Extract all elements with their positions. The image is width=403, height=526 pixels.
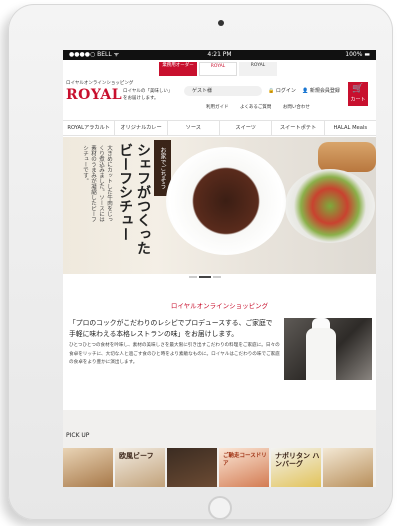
cart-label: カート — [350, 97, 366, 103]
home-button[interactable] — [208, 496, 232, 520]
guide-link[interactable]: 利用ガイド — [206, 105, 229, 110]
register-link[interactable]: 👤 新規会員登録 — [302, 86, 340, 96]
pickup-card-3[interactable] — [167, 448, 217, 487]
banner-ad-royal-2[interactable]: ROYAL — [239, 62, 277, 76]
nav-original-curry[interactable]: オリジナルカレー — [115, 121, 168, 135]
battery-indicator: 100% ▬ — [345, 51, 370, 58]
royal-logo[interactable]: ROYAL — [66, 87, 122, 103]
intro-body: ひとつひとつの食材を吟味し、素材の美味しさを最大限に引き出すこだわりの料理をご家… — [69, 343, 280, 365]
chef-photo — [284, 318, 372, 380]
beef-stew-image — [166, 147, 286, 255]
camera-icon — [218, 20, 224, 26]
status-bar: ●●●●○ BELL ᯤ 4:21 PM 100% ▬ — [63, 50, 376, 60]
pager-dot-1[interactable] — [189, 276, 197, 278]
pickup-card-4[interactable]: ご馳走コースドリア — [219, 448, 269, 487]
logo-copy: ロイヤルの「美味しい」をお届けします。 — [123, 89, 173, 101]
pickup-card-2[interactable]: 欧風ビーフ — [115, 448, 165, 487]
hero-pager — [63, 274, 376, 282]
nav-sauce[interactable]: ソース — [168, 121, 220, 135]
hero-title: シェフがつくったビーフシチュー — [117, 143, 151, 255]
faq-link[interactable]: よくあるご質問 — [240, 105, 272, 110]
tablet-frame: ●●●●○ BELL ᯤ 4:21 PM 100% ▬ 業務用オーダー ROYA… — [8, 4, 393, 520]
bread-image — [318, 142, 376, 172]
pickup-card-6[interactable] — [323, 448, 373, 487]
banner-ad-royal[interactable]: ROYAL — [199, 62, 237, 76]
banner-ad-business[interactable]: 業務用オーダー — [159, 62, 197, 76]
site-header: ロイヤルオンラインショッピング ROYAL ロイヤルの「美味しい」をお届けします… — [63, 78, 376, 118]
section-title: ロイヤルオンラインショッピング — [170, 302, 269, 310]
category-nav: ROYALアラカルト オリジナルカレー ソース スイーツ スイートポテト HAL… — [63, 120, 376, 136]
hero-banner[interactable]: 大きめにカットした牛肉をじっくり煮込みました。ソースには素材のうまみが凝縮したビ… — [63, 137, 376, 274]
hero-copy: 大きめにカットした牛肉をじっくり煮込みました。ソースには素材のうまみが凝縮したビ… — [82, 145, 112, 222]
cart-button[interactable]: 🛒 カート — [348, 82, 368, 106]
utility-links: 利用ガイド よくあるご質問 お問い合わせ — [206, 104, 320, 110]
login-label: ログイン — [275, 88, 296, 94]
guest-greeting: ゲスト様 — [184, 86, 262, 96]
chef-coat — [306, 328, 336, 380]
login-link[interactable]: 🔒 ログイン — [268, 86, 296, 96]
top-banner-ads: 業務用オーダー ROYAL ROYAL — [159, 62, 277, 76]
salad-image — [285, 169, 375, 243]
nav-sweets[interactable]: スイーツ — [220, 121, 273, 135]
cart-icon: 🛒 — [352, 84, 364, 94]
pickup-card-label: 欧風ビーフ — [119, 451, 154, 460]
pickup-card-5[interactable]: ナポリタン ハンバーグ — [271, 448, 321, 487]
pickup-section: PICK UP 欧風ビーフ ご馳走コースドリア ナポリタン ハンバーグ — [63, 410, 376, 487]
pager-dot-3[interactable] — [213, 276, 221, 278]
pickup-label: PICK UP — [66, 432, 90, 439]
register-label: 新規会員登録 — [309, 88, 340, 94]
pickup-cards: 欧風ビーフ ご馳走コースドリア ナポリタン ハンバーグ — [63, 448, 373, 487]
nav-sweet-potato[interactable]: スイートポテト — [272, 121, 325, 135]
pickup-card-label: ご馳走コースドリア — [223, 453, 267, 467]
pickup-card-label: ナポリタン ハンバーグ — [275, 451, 320, 468]
status-time: 4:21 PM — [207, 51, 232, 58]
pickup-card-1[interactable] — [63, 448, 113, 487]
intro-lead: 「プロのコックがこだわりのレシピでプロデュースする、ご家庭で手軽に味わえる本格レ… — [69, 319, 273, 338]
header-tagline: ロイヤルオンラインショッピング — [66, 81, 134, 86]
contact-link[interactable]: お問い合わせ — [283, 105, 310, 110]
pager-dot-active[interactable] — [199, 276, 211, 278]
browser-screen: ●●●●○ BELL ᯤ 4:21 PM 100% ▬ 業務用オーダー ROYA… — [63, 50, 376, 487]
nav-halal-meals[interactable]: HALAL Meals — [325, 121, 376, 135]
nav-royal-alacarte[interactable]: ROYALアラカルト — [63, 121, 116, 135]
